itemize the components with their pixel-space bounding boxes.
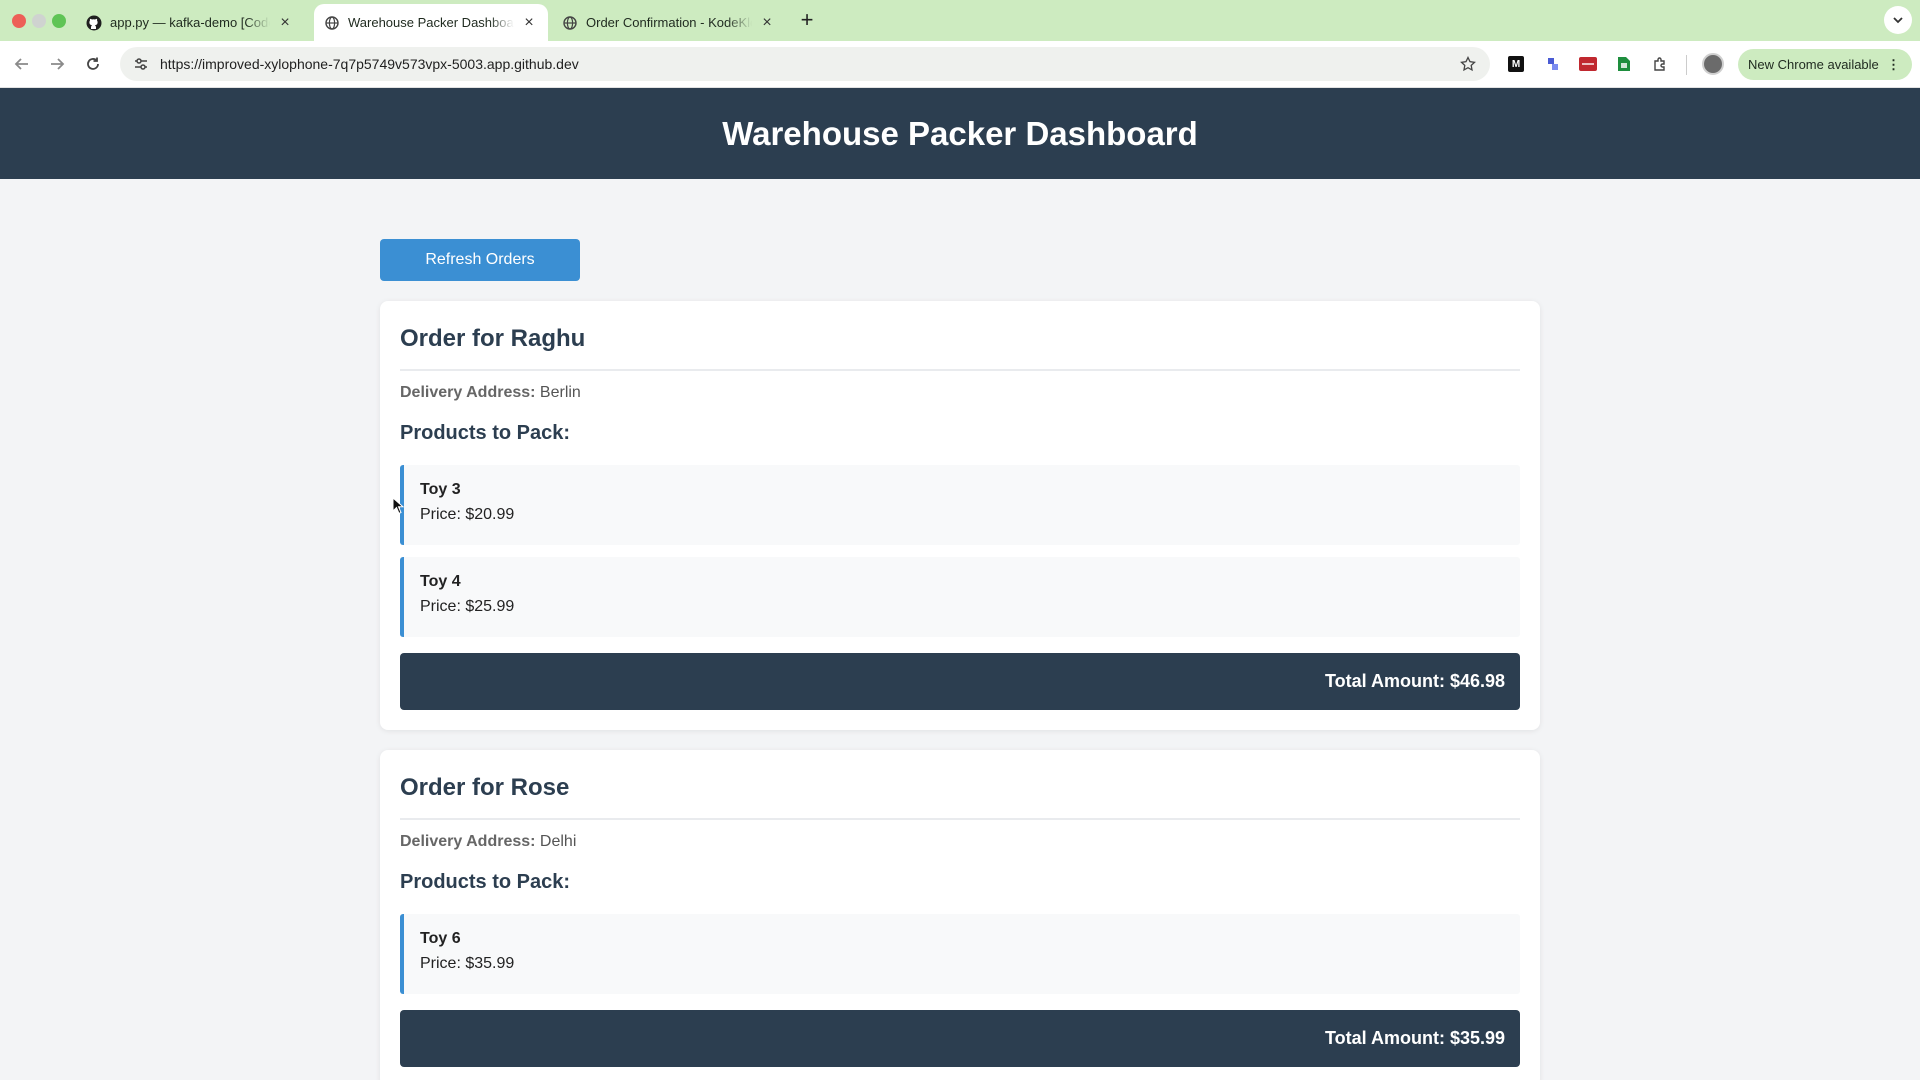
profile-avatar[interactable] bbox=[1702, 53, 1724, 75]
page-title: Warehouse Packer Dashboard bbox=[722, 114, 1198, 152]
url-text: https://improved-xylophone-7q7p5749v573v… bbox=[160, 56, 579, 72]
browser-toolbar: https://improved-xylophone-7q7p5749v573v… bbox=[0, 41, 1920, 88]
product-price: Price: $25.99 bbox=[420, 598, 515, 615]
window-minimize-button[interactable] bbox=[32, 14, 46, 28]
browser-tab-warehouse-dashboard[interactable]: Warehouse Packer Dashboard × bbox=[314, 4, 548, 41]
globe-icon bbox=[324, 15, 340, 31]
product-name: Toy 3 bbox=[420, 481, 461, 498]
product-item: Toy 3 Price: $20.99 bbox=[400, 465, 1520, 545]
browser-tab-strip: app.py — kafka-demo [Codespaces] × Wareh… bbox=[0, 0, 1920, 41]
browser-tab-codespaces[interactable]: app.py — kafka-demo [Codespaces] × bbox=[76, 4, 304, 41]
medium-extension-icon[interactable]: M bbox=[1508, 56, 1524, 72]
product-name: Toy 6 bbox=[420, 930, 461, 947]
tab-search-chevron-icon[interactable] bbox=[1884, 6, 1912, 34]
update-label: New Chrome available bbox=[1748, 57, 1879, 72]
more-menu-icon[interactable]: ⋮ bbox=[1887, 57, 1900, 73]
refresh-orders-button[interactable]: Refresh Orders bbox=[380, 239, 580, 281]
new-tab-button[interactable]: + bbox=[794, 8, 820, 34]
products-to-pack-heading: Products to Pack: bbox=[400, 422, 571, 444]
forward-arrow-icon[interactable] bbox=[44, 51, 70, 77]
delivery-address-label: Delivery Address: bbox=[400, 384, 536, 401]
github-icon bbox=[86, 15, 102, 31]
delivery-address: Delivery Address: Berlin bbox=[400, 384, 1520, 402]
product-name: Toy 4 bbox=[420, 573, 461, 590]
extensions-puzzle-icon[interactable] bbox=[1650, 54, 1670, 74]
bookmark-star-icon[interactable] bbox=[1458, 54, 1478, 74]
tab-title: app.py — kafka-demo [Codespaces] bbox=[110, 15, 270, 30]
close-tab-icon[interactable]: × bbox=[276, 14, 294, 32]
delivery-address-value: Berlin bbox=[539, 384, 581, 401]
tab-title: Order Confirmation - KodeKloud bbox=[586, 15, 752, 30]
order-heading: Order for Raghu bbox=[400, 325, 1520, 371]
green-extension-icon[interactable] bbox=[1614, 54, 1634, 74]
window-zoom-button[interactable] bbox=[52, 14, 66, 28]
order-heading: Order for Rose bbox=[400, 774, 1520, 820]
orders-container: Refresh Orders Order for Raghu Delivery … bbox=[380, 239, 1540, 1080]
delivery-address-value: Delhi bbox=[539, 833, 577, 850]
site-settings-icon[interactable] bbox=[124, 47, 158, 81]
delivery-address-label: Delivery Address: bbox=[400, 833, 536, 850]
address-bar[interactable]: https://improved-xylophone-7q7p5749v573v… bbox=[120, 47, 1490, 81]
order-card-raghu: Order for Raghu Delivery Address: Berlin… bbox=[380, 301, 1540, 730]
puzzle-blue-extension-icon[interactable] bbox=[1543, 54, 1563, 74]
toolbar-divider bbox=[1686, 55, 1687, 75]
mouse-pointer-icon bbox=[392, 497, 404, 515]
close-tab-icon[interactable]: × bbox=[758, 14, 776, 32]
order-total: Total Amount: $46.98 bbox=[400, 653, 1520, 710]
order-card-rose: Order for Rose Delivery Address: Delhi P… bbox=[380, 750, 1540, 1080]
browser-tab-order-confirmation[interactable]: Order Confirmation - KodeKloud × bbox=[552, 4, 786, 41]
dashboard-header: Warehouse Packer Dashboard bbox=[0, 88, 1920, 179]
window-close-button[interactable] bbox=[12, 14, 26, 28]
product-price: Price: $20.99 bbox=[420, 506, 515, 523]
order-total: Total Amount: $35.99 bbox=[400, 1010, 1520, 1067]
product-item: Toy 6 Price: $35.99 bbox=[400, 914, 1520, 994]
globe-icon bbox=[562, 15, 578, 31]
products-to-pack-heading: Products to Pack: bbox=[400, 871, 571, 893]
back-arrow-icon[interactable] bbox=[9, 51, 35, 77]
tab-title: Warehouse Packer Dashboard bbox=[348, 15, 514, 30]
reload-icon[interactable] bbox=[80, 51, 106, 77]
product-item: Toy 4 Price: $25.99 bbox=[400, 557, 1520, 637]
product-price: Price: $35.99 bbox=[420, 955, 515, 972]
close-tab-icon[interactable]: × bbox=[520, 14, 538, 32]
new-chrome-available-button[interactable]: New Chrome available ⋮ bbox=[1738, 49, 1912, 80]
delivery-address: Delivery Address: Delhi bbox=[400, 833, 1520, 851]
red-extension-icon[interactable] bbox=[1578, 54, 1598, 74]
